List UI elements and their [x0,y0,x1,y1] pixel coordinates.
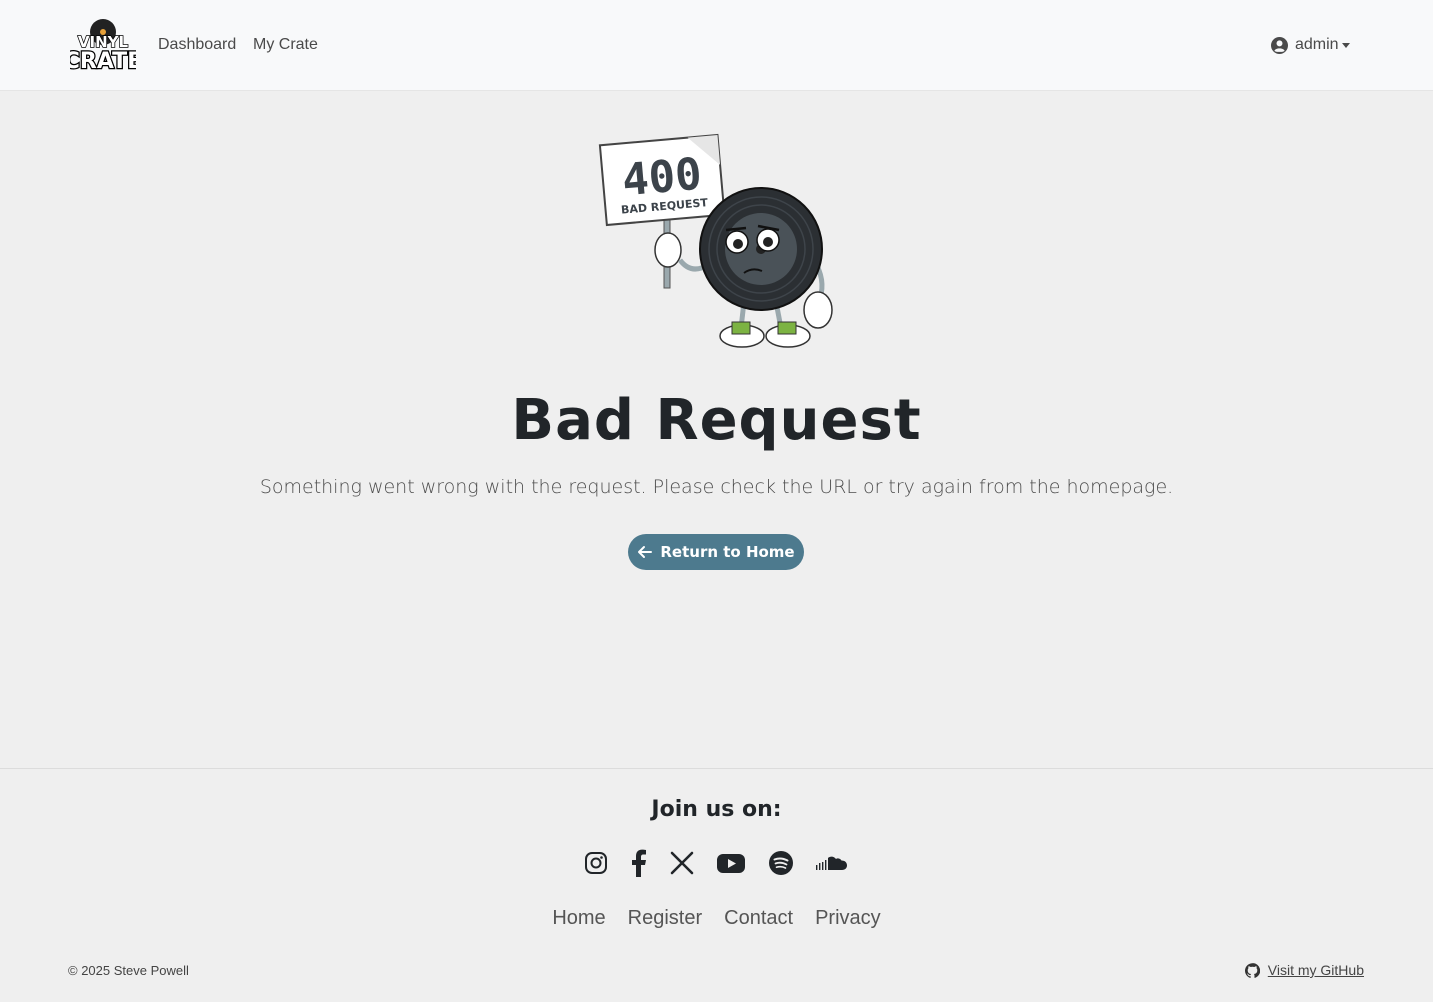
join-us-heading: Join us on: [651,797,782,822]
footer: Join us on: Home Register Contact Privac… [0,768,1433,1002]
vinyl-crate-logo[interactable]: VINYL CRATE [70,18,136,72]
youtube-icon[interactable] [716,849,746,877]
return-home-button[interactable]: Return to Home [628,534,804,570]
vinyl-mascot-illustration: 400 BAD REQUEST [598,133,833,348]
footer-link-register[interactable]: Register [628,907,702,930]
github-link[interactable]: Visit my GitHub [1244,962,1364,978]
nav-my-crate-link[interactable]: My Crate [253,34,318,56]
logo-text-bottom: CRATE [70,49,136,72]
soundcloud-icon[interactable] [814,849,848,877]
error-message: Something went wrong with the request. P… [259,476,1174,498]
chevron-down-icon [1341,42,1350,48]
github-link-label: Visit my GitHub [1267,962,1364,978]
instagram-icon[interactable] [584,849,608,877]
user-menu-dropdown[interactable]: admin [1271,34,1350,56]
github-icon [1244,962,1260,978]
spotify-icon[interactable] [768,849,794,877]
return-home-label: Return to Home [660,543,795,561]
user-menu-label: admin [1295,36,1339,53]
arrow-left-icon [638,546,653,558]
footer-link-contact[interactable]: Contact [724,907,793,930]
footer-link-privacy[interactable]: Privacy [815,907,881,930]
nav-dashboard-link[interactable]: Dashboard [158,34,236,56]
user-circle-icon [1271,36,1288,54]
facebook-icon[interactable] [628,849,648,877]
copyright-text: © 2025 Steve Powell [68,963,189,978]
x-icon[interactable] [670,849,694,877]
footer-links: Home Register Contact Privacy [0,907,1433,930]
page-title: Bad Request [511,388,922,453]
social-links [584,849,850,877]
footer-link-home[interactable]: Home [552,907,605,930]
navbar: VINYL CRATE Dashboard My Crate admin [0,0,1433,91]
